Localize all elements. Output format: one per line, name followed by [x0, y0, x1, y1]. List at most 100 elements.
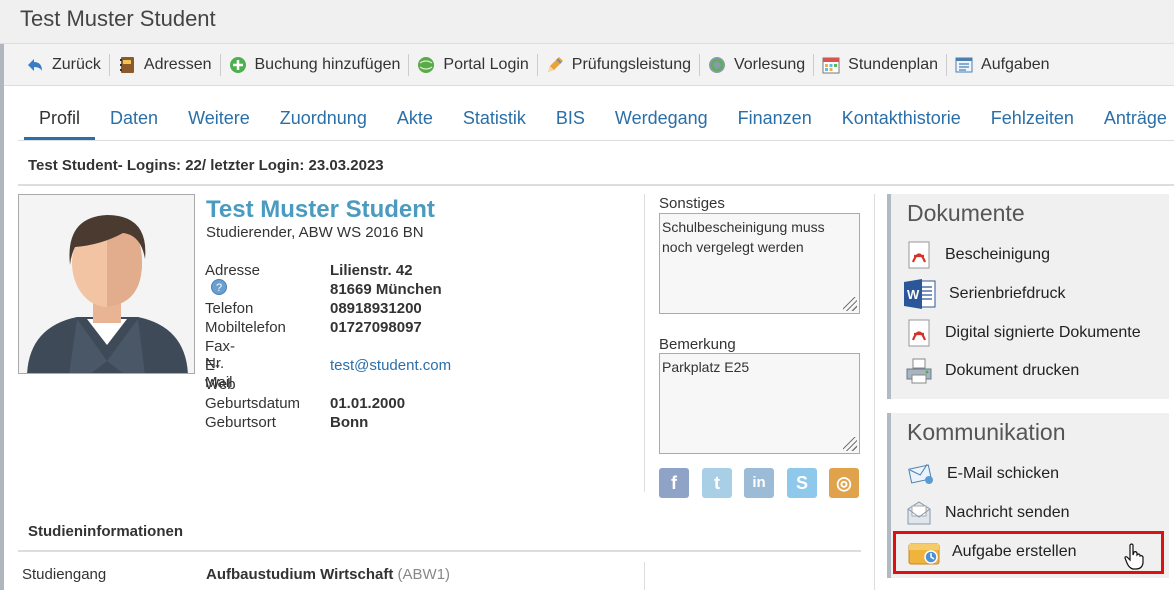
- sonstiges-text: Schulbescheinigung muss noch vergelegt w…: [662, 219, 825, 255]
- title-bar: Test Muster Student: [0, 0, 1174, 44]
- sonstiges-textarea[interactable]: Schulbescheinigung muss noch vergelegt w…: [659, 213, 860, 314]
- mail-merge-label: Serienbriefdruck: [949, 285, 1066, 302]
- tab-profil[interactable]: Profil: [24, 100, 96, 140]
- degree-program-name: Aufbaustudium Wirtschaft: [206, 566, 394, 583]
- bemerkung-text: Parkplatz E25: [662, 359, 750, 375]
- degree-program-value: Aufbaustudium Wirtschaft (ABW1): [206, 566, 450, 583]
- degree-program-code: (ABW1): [397, 566, 451, 583]
- tab-weitere[interactable]: Weitere: [173, 100, 265, 140]
- login-info: Test Student- Logins: 22/ letzter Login:…: [28, 157, 384, 174]
- add-booking-button[interactable]: Buchung hinzufügen: [221, 52, 409, 78]
- send-message-link[interactable]: Nachricht senden: [905, 496, 1070, 530]
- tab-werdegang[interactable]: Werdegang: [600, 100, 723, 140]
- exam-results-button[interactable]: Prüfungsleistung: [538, 52, 699, 78]
- add-circle-icon: [229, 56, 247, 74]
- degree-program-label: Studiengang: [22, 566, 107, 583]
- facebook-icon[interactable]: f: [659, 468, 689, 498]
- email-link[interactable]: test@student.com: [330, 357, 451, 374]
- resize-grip-icon[interactable]: [843, 297, 857, 311]
- window-left-edge: [0, 0, 4, 590]
- pdf-icon: [905, 241, 933, 269]
- linkedin-icon[interactable]: in: [744, 468, 774, 498]
- tab-antraege[interactable]: Anträge: [1089, 100, 1174, 140]
- certificate-label: Bescheinigung: [945, 246, 1050, 263]
- lecture-label: Vorlesung: [733, 55, 806, 73]
- lecture-refresh-icon: [708, 56, 726, 74]
- bemerkung-label: Bemerkung: [659, 336, 736, 353]
- tab-finanzen[interactable]: Finanzen: [723, 100, 827, 140]
- message-icon: [905, 499, 933, 527]
- student-name: Test Muster Student: [206, 196, 435, 223]
- printer-icon: [905, 357, 933, 385]
- back-arrow-icon: [26, 56, 44, 74]
- resize-grip-icon[interactable]: [843, 437, 857, 451]
- calendar-icon: [822, 56, 840, 74]
- send-message-label: Nachricht senden: [945, 504, 1070, 521]
- twitter-icon[interactable]: t: [702, 468, 732, 498]
- tasks-button[interactable]: Aufgaben: [947, 52, 1058, 78]
- birthdate-label: Geburtsdatum: [205, 395, 301, 412]
- documents-title: Dokumente: [907, 200, 1025, 226]
- certificate-link[interactable]: Bescheinigung: [905, 238, 1050, 272]
- pdf-icon: [905, 319, 933, 347]
- column-divider: [644, 562, 645, 590]
- birthplace-value: Bonn: [330, 414, 369, 431]
- hand-cursor-icon: [1123, 543, 1147, 571]
- address-line2: 81669 München: [330, 281, 442, 298]
- help-icon[interactable]: ?: [211, 279, 227, 295]
- web-label: Web: [205, 376, 236, 393]
- portal-login-button[interactable]: Portal Login: [409, 52, 536, 78]
- tasks-label: Aufgaben: [981, 55, 1050, 73]
- skype-icon[interactable]: S: [787, 468, 817, 498]
- send-email-link[interactable]: E-Mail schicken: [907, 457, 1059, 491]
- mobile-value: 01727098097: [330, 319, 422, 336]
- address-book-icon: [118, 56, 136, 74]
- tab-akte[interactable]: Akte: [382, 100, 448, 140]
- lecture-button[interactable]: Vorlesung: [700, 52, 813, 78]
- svg-text:W: W: [907, 287, 920, 302]
- globe-icon: [417, 56, 435, 74]
- birthdate-value: 01.01.2000: [330, 395, 406, 412]
- phone-value: 08918931200: [330, 300, 422, 317]
- tab-kontakthistorie[interactable]: Kontakthistorie: [827, 100, 976, 140]
- tabs-divider: [18, 140, 1174, 141]
- communication-title: Kommunikation: [907, 419, 1066, 445]
- signed-documents-link[interactable]: Digital signierte Dokumente: [905, 316, 1141, 350]
- column-divider: [644, 194, 645, 492]
- addresses-button[interactable]: Adressen: [110, 52, 220, 78]
- window-title: Test Muster Student: [20, 6, 216, 31]
- phone-label: Telefon: [205, 300, 254, 317]
- portal-login-label: Portal Login: [443, 55, 529, 73]
- toolbar: Zurück Adressen Buchung hinzufügen Porta…: [4, 44, 1174, 86]
- send-email-label: E-Mail schicken: [947, 465, 1060, 482]
- student-subtitle: Studierender, ABW WS 2016 BN: [206, 224, 424, 241]
- panel-divider: [874, 194, 875, 590]
- tab-statistik[interactable]: Statistik: [448, 100, 541, 140]
- address-label: Adresse: [205, 262, 261, 279]
- study-info-divider: [18, 550, 861, 552]
- tab-bis[interactable]: BIS: [541, 100, 600, 140]
- exam-pencil-icon: [546, 56, 564, 74]
- back-button[interactable]: Zurück: [18, 52, 109, 78]
- other-social-icon[interactable]: ◎: [829, 468, 859, 498]
- mail-merge-link[interactable]: W Serienbriefdruck: [903, 277, 1066, 311]
- print-document-link[interactable]: Dokument drucken: [905, 354, 1079, 388]
- email-icon: [907, 460, 935, 488]
- signed-documents-label: Digital signierte Dokumente: [945, 324, 1141, 341]
- add-booking-label: Buchung hinzufügen: [254, 55, 401, 73]
- word-icon: W: [903, 277, 937, 311]
- task-list-icon: [955, 56, 973, 74]
- bemerkung-textarea[interactable]: Parkplatz E25: [659, 353, 860, 454]
- tab-fehlzeiten[interactable]: Fehlzeiten: [976, 100, 1089, 140]
- timetable-button[interactable]: Stundenplan: [814, 52, 946, 78]
- section-divider: [18, 184, 1174, 186]
- addresses-label: Adressen: [143, 55, 212, 73]
- birthplace-label: Geburtsort: [205, 414, 276, 431]
- address-line1: Lilienstr. 42: [330, 262, 413, 279]
- tab-zuordnung[interactable]: Zuordnung: [265, 100, 382, 140]
- mobile-label: Mobiltelefon: [205, 319, 286, 336]
- profile-tabs: Profil Daten Weitere Zuordnung Akte Stat…: [24, 100, 1174, 140]
- student-avatar: [18, 194, 195, 374]
- exam-results-label: Prüfungsleistung: [571, 55, 691, 73]
- tab-daten[interactable]: Daten: [95, 100, 173, 140]
